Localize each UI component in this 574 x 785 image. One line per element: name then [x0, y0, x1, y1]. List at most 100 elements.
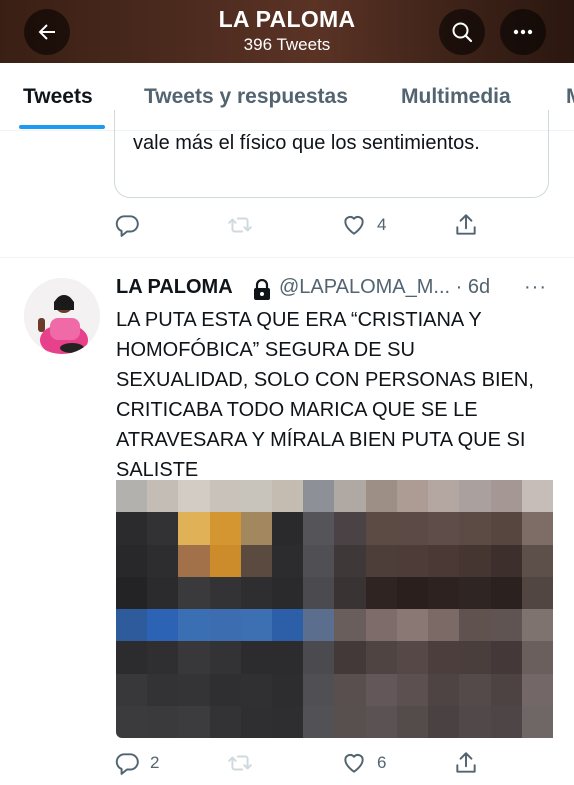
media-pixel-block [147, 609, 179, 642]
media-pixel-block [334, 641, 366, 674]
tweet-media-pixelated[interactable] [116, 480, 553, 738]
media-pixel-block [396, 673, 429, 706]
reply-count: 2 [150, 753, 160, 772]
media-pixel-block [303, 705, 335, 738]
media-pixel-block [147, 673, 179, 706]
media-pixel-block [365, 609, 397, 642]
media-pixel-block [334, 480, 366, 513]
tweet-more-icon[interactable]: ··· [524, 276, 547, 299]
media-pixel-block [521, 641, 553, 674]
media-pixel-block [428, 609, 460, 642]
media-pixel-block [459, 673, 491, 706]
media-pixel-block [428, 673, 460, 706]
media-pixel-block [459, 512, 491, 545]
media-pixel-block [459, 544, 491, 577]
media-pixel-block [490, 544, 522, 577]
media-pixel-block [428, 641, 460, 674]
media-pixel-block [334, 512, 366, 545]
media-pixel-block [396, 480, 429, 513]
more-button[interactable] [500, 9, 546, 55]
media-pixel-block [209, 576, 241, 609]
share-icon [456, 752, 476, 773]
retweet-button[interactable] [227, 210, 253, 240]
media-pixel-block [521, 576, 553, 609]
tweet-count: 396 Tweets [243, 35, 331, 54]
reply-button[interactable] [114, 210, 140, 240]
heart-icon [344, 215, 364, 235]
like-button[interactable]: 4 [341, 210, 386, 240]
media-pixel-block [396, 641, 429, 674]
media-pixel-block [303, 609, 335, 642]
media-pixel-block [272, 512, 304, 545]
media-pixel-block [521, 609, 553, 642]
like-button[interactable]: 6 [341, 748, 386, 778]
media-pixel-block [303, 544, 335, 577]
media-pixel-block [272, 641, 304, 674]
media-pixel-block [396, 609, 429, 642]
share-button[interactable] [453, 748, 479, 778]
retweet-button[interactable] [227, 748, 253, 778]
tab-media[interactable]: Multimedia [401, 85, 511, 109]
media-pixel-block [396, 705, 429, 738]
tweet-time: · 6d [455, 276, 491, 298]
tweet-actions: 4 [114, 210, 554, 240]
media-pixel-block [116, 512, 148, 545]
like-count: 6 [377, 753, 387, 772]
media-pixel-block [428, 480, 460, 513]
media-pixel-block [459, 705, 491, 738]
share-icon [456, 214, 476, 235]
media-pixel-block [334, 705, 366, 738]
media-pixel-block [240, 512, 273, 545]
media-pixel-block [272, 480, 304, 513]
lock-icon [254, 279, 270, 300]
media-pixel-block [334, 673, 366, 706]
media-pixel-block [209, 480, 241, 513]
media-pixel-block [303, 673, 335, 706]
media-pixel-block [303, 512, 335, 545]
media-pixel-block [303, 641, 335, 674]
media-pixel-block [240, 480, 273, 513]
search-button[interactable] [439, 9, 485, 55]
media-pixel-block [365, 673, 397, 706]
tweet-text: LA PUTA ESTA QUE ERA “CRISTIANA Y HOMOFÓ… [116, 309, 534, 481]
media-pixel-block [521, 480, 553, 513]
media-pixel-block [272, 673, 304, 706]
share-button[interactable] [453, 210, 479, 240]
media-pixel-block [209, 512, 241, 545]
media-pixel-block [490, 705, 522, 738]
media-pixel-block [521, 512, 553, 545]
active-tab-indicator [19, 125, 105, 129]
tab-likes[interactable]: M [566, 85, 574, 109]
tweet-actions: 2 6 [114, 748, 554, 778]
media-pixel-block [521, 544, 553, 577]
tab-tweets[interactable]: Tweets [23, 85, 93, 109]
media-pixel-block [272, 705, 304, 738]
author-handle[interactable]: @LAPALOMA_M... · 6d [279, 276, 490, 299]
media-pixel-block [365, 480, 397, 513]
media-pixel-block [240, 705, 273, 738]
media-pixel-block [365, 641, 397, 674]
media-pixel-block [272, 609, 304, 642]
media-pixel-block [147, 512, 179, 545]
media-pixel-block [272, 544, 304, 577]
media-pixel-block [459, 641, 491, 674]
media-pixel-block [147, 480, 179, 513]
media-pixel-block [490, 512, 522, 545]
media-pixel-block [459, 576, 491, 609]
author-name[interactable]: LA PALOMA [116, 276, 233, 299]
media-pixel-block [209, 673, 241, 706]
media-pixel-block [178, 673, 210, 706]
media-pixel-block [240, 673, 273, 706]
media-pixel-block [178, 705, 210, 738]
avatar[interactable] [24, 278, 100, 354]
reply-button[interactable]: 2 [114, 748, 159, 778]
media-pixel-block [240, 544, 273, 577]
tab-tweets-replies[interactable]: Tweets y respuestas [144, 85, 348, 109]
media-pixel-block [303, 480, 335, 513]
retweet-icon [228, 755, 252, 771]
media-pixel-block [240, 609, 273, 642]
media-pixel-block [240, 576, 273, 609]
reply-icon [115, 215, 139, 237]
media-pixel-block [428, 544, 460, 577]
media-pixel-block [428, 576, 460, 609]
